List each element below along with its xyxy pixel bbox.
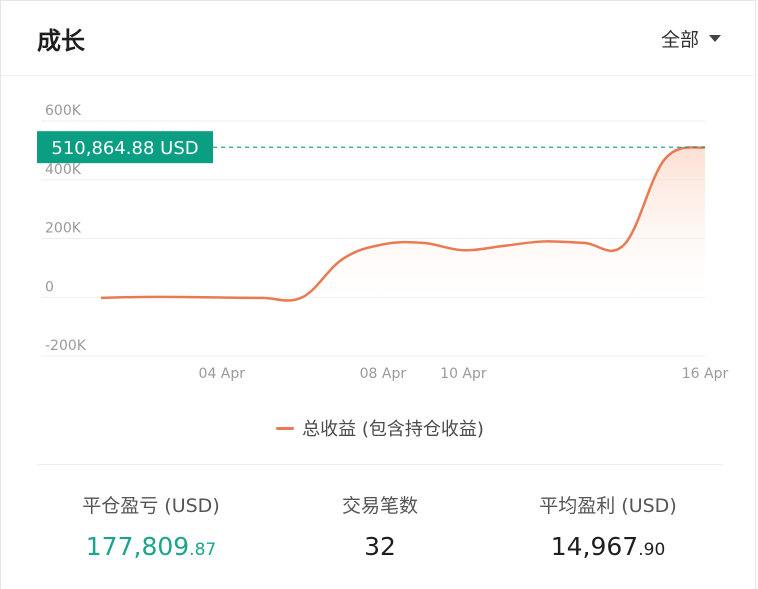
x-tick-label: 08 Apr <box>360 366 407 382</box>
card-header: 成长 全部 <box>1 1 757 76</box>
legend-swatch <box>276 426 295 430</box>
y-tick-label: 0 <box>45 279 54 295</box>
stat-avg-profit: 平均盈利 (USD) 14,967.90 <box>488 491 728 561</box>
x-tick-label: 16 Apr <box>682 366 729 382</box>
highlight-value-label: 510,864.88 USD <box>51 138 198 159</box>
growth-card: 成长 全部 600K 400K 200K 0 -200K 04 Apr 08 Apr 10 … <box>0 0 758 589</box>
y-tick-label: 200K <box>45 221 82 237</box>
stat-label: 平均盈利 (USD) <box>539 495 677 517</box>
y-tick-label: 600K <box>45 103 82 119</box>
divider <box>37 464 723 465</box>
stat-value-int: 14,967 <box>550 532 639 561</box>
y-tick-label: -200K <box>45 338 87 354</box>
chevron-down-icon <box>709 35 721 42</box>
stat-closed-pnl: 平仓盈亏 (USD) 177,809.87 <box>31 491 271 561</box>
stat-value-dec: .87 <box>189 540 217 560</box>
chart-legend: 总收益 (包含持仓收益) <box>1 415 758 441</box>
filter-label: 全部 <box>660 29 699 51</box>
x-tick-label: 04 Apr <box>199 366 246 382</box>
stat-value-dec: .90 <box>638 540 666 560</box>
stat-value: 177,809.87 <box>31 532 271 561</box>
legend-label: 总收益 (包含持仓收益) <box>302 419 484 440</box>
stat-label: 平仓盈亏 (USD) <box>82 495 220 517</box>
stat-value-int: 177,809 <box>85 532 190 561</box>
filter-dropdown[interactable]: 全部 <box>661 25 721 52</box>
stat-trade-count: 交易笔数 32 <box>260 491 500 561</box>
stat-value: 14,967.90 <box>488 532 728 561</box>
y-tick-label: 400K <box>45 162 82 178</box>
stat-label: 交易笔数 <box>341 495 418 517</box>
x-tick-label: 10 Apr <box>440 366 487 382</box>
page-title: 成长 <box>37 27 85 55</box>
series-area <box>101 147 705 301</box>
profit-chart: 600K 400K 200K 0 -200K 04 Apr 08 Apr 10 Apr 16 … <box>37 103 729 382</box>
stat-value: 32 <box>260 532 500 561</box>
stat-value-int: 32 <box>364 532 396 561</box>
